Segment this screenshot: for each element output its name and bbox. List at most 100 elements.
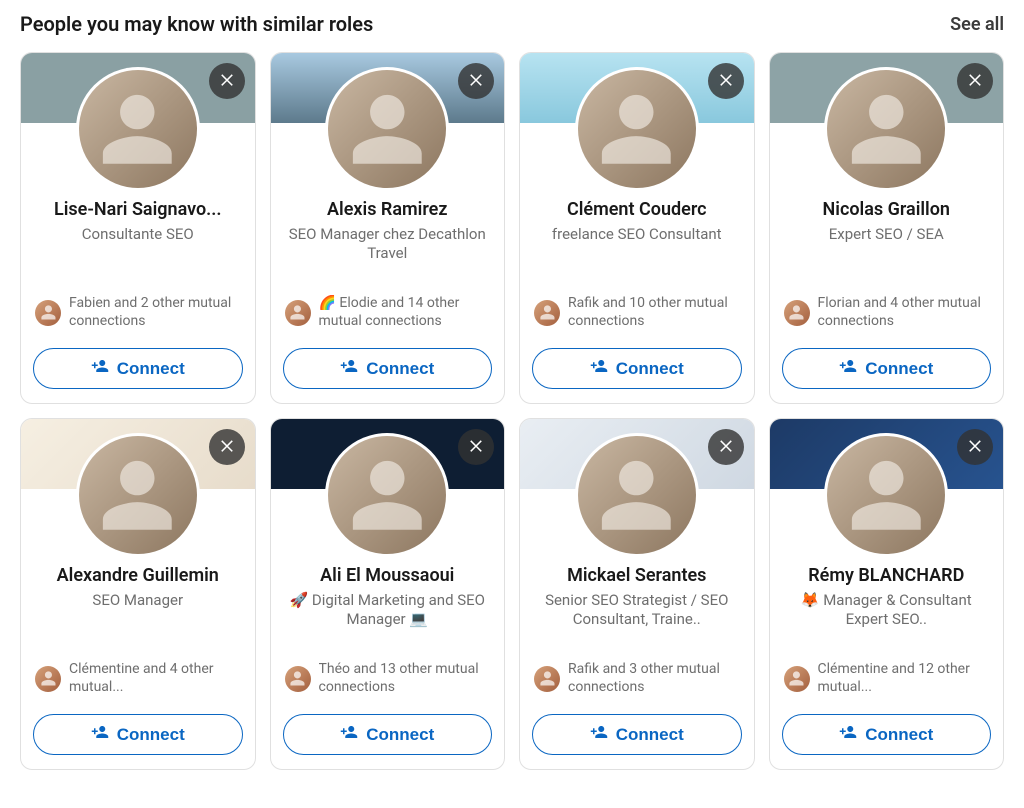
person-name[interactable]: Alexandre Guillemin <box>35 565 241 588</box>
mutual-text: Rafik and 10 other mutual connections <box>568 295 740 330</box>
dismiss-button[interactable] <box>458 429 494 465</box>
mutual-avatar <box>285 300 311 326</box>
person-card[interactable]: Nicolas Graillon Expert SEO / SEA Floria… <box>769 52 1005 404</box>
connect-label: Connect <box>616 725 684 745</box>
connect-label: Connect <box>117 725 185 745</box>
person-card[interactable]: Rémy BLANCHARD 🦊 Manager & Consultant Ex… <box>769 418 1005 770</box>
mutual-connections[interactable]: Fabien and 2 other mutual connections <box>35 291 241 340</box>
mutual-text: 🌈 Elodie and 14 other mutual connections <box>319 295 491 330</box>
dismiss-button[interactable] <box>209 63 245 99</box>
avatar <box>827 70 945 188</box>
dismiss-button[interactable] <box>209 429 245 465</box>
avatar-wrap[interactable] <box>76 67 200 191</box>
connect-icon <box>590 357 608 380</box>
mutual-connections[interactable]: Clémentine and 12 other mutual... <box>784 657 990 706</box>
connect-icon <box>340 723 358 746</box>
avatar-wrap[interactable] <box>325 433 449 557</box>
person-card[interactable]: Lise-Nari Saignavo... Consultante SEO Fa… <box>20 52 256 404</box>
avatar-wrap[interactable] <box>575 433 699 557</box>
connect-button[interactable]: Connect <box>33 348 243 389</box>
avatar-wrap[interactable] <box>824 433 948 557</box>
avatar-wrap[interactable] <box>76 433 200 557</box>
mutual-text: Clémentine and 4 other mutual... <box>69 661 241 696</box>
connect-button[interactable]: Connect <box>283 348 493 389</box>
connect-icon <box>839 357 857 380</box>
avatar-wrap[interactable] <box>575 67 699 191</box>
person-name[interactable]: Lise-Nari Saignavo... <box>35 199 241 222</box>
mutual-avatar <box>35 666 61 692</box>
connect-button[interactable]: Connect <box>283 714 493 755</box>
person-card[interactable]: Clément Couderc freelance SEO Consultant… <box>519 52 755 404</box>
person-title: Senior SEO Strategist / SEO Consultant, … <box>534 591 740 630</box>
person-name[interactable]: Rémy BLANCHARD <box>784 565 990 588</box>
dismiss-button[interactable] <box>957 63 993 99</box>
person-title: 🦊 Manager & Consultant Expert SEO.. <box>784 591 990 630</box>
person-title: SEO Manager chez Decathlon Travel <box>285 225 491 264</box>
person-title: Consultante SEO <box>35 225 241 245</box>
connect-icon <box>590 723 608 746</box>
mutual-text: Rafik and 3 other mutual connections <box>568 661 740 696</box>
dismiss-button[interactable] <box>708 63 744 99</box>
avatar <box>79 70 197 188</box>
close-icon <box>218 70 236 92</box>
person-name[interactable]: Clément Couderc <box>534 199 740 222</box>
connect-button[interactable]: Connect <box>532 714 742 755</box>
mutual-connections[interactable]: Théo and 13 other mutual connections <box>285 657 491 706</box>
mutual-connections[interactable]: Florian and 4 other mutual connections <box>784 291 990 340</box>
close-icon <box>467 70 485 92</box>
connect-label: Connect <box>366 725 434 745</box>
dismiss-button[interactable] <box>708 429 744 465</box>
mutual-avatar <box>784 300 810 326</box>
person-card[interactable]: Alexandre Guillemin SEO Manager Clémenti… <box>20 418 256 770</box>
dismiss-button[interactable] <box>458 63 494 99</box>
close-icon <box>717 436 735 458</box>
mutual-text: Clémentine and 12 other mutual... <box>818 661 990 696</box>
person-title: SEO Manager <box>35 591 241 611</box>
connect-button[interactable]: Connect <box>782 348 992 389</box>
avatar <box>578 70 696 188</box>
section-header: People you may know with similar roles S… <box>20 12 1004 36</box>
person-card[interactable]: Ali El Moussaoui 🚀 Digital Marketing and… <box>270 418 506 770</box>
section-title: People you may know with similar roles <box>20 12 373 36</box>
close-icon <box>966 70 984 92</box>
person-name[interactable]: Nicolas Graillon <box>784 199 990 222</box>
connect-button[interactable]: Connect <box>532 348 742 389</box>
connect-label: Connect <box>865 359 933 379</box>
close-icon <box>218 436 236 458</box>
close-icon <box>966 436 984 458</box>
close-icon <box>467 436 485 458</box>
mutual-connections[interactable]: Clémentine and 4 other mutual... <box>35 657 241 706</box>
person-name[interactable]: Mickael Serantes <box>534 565 740 588</box>
connect-icon <box>839 723 857 746</box>
mutual-avatar <box>784 666 810 692</box>
avatar <box>79 436 197 554</box>
person-title: freelance SEO Consultant <box>534 225 740 245</box>
avatar-wrap[interactable] <box>824 67 948 191</box>
mutual-avatar <box>35 300 61 326</box>
see-all-link[interactable]: See all <box>950 14 1004 35</box>
mutual-avatar <box>534 300 560 326</box>
avatar-wrap[interactable] <box>325 67 449 191</box>
avatar <box>578 436 696 554</box>
connect-label: Connect <box>865 725 933 745</box>
mutual-text: Théo and 13 other mutual connections <box>319 661 491 696</box>
mutual-avatar <box>285 666 311 692</box>
mutual-text: Florian and 4 other mutual connections <box>818 295 990 330</box>
avatar <box>328 70 446 188</box>
person-card[interactable]: Mickael Serantes Senior SEO Strategist /… <box>519 418 755 770</box>
mutual-text: Fabien and 2 other mutual connections <box>69 295 241 330</box>
avatar <box>827 436 945 554</box>
person-name[interactable]: Ali El Moussaoui <box>285 565 491 588</box>
mutual-connections[interactable]: Rafik and 10 other mutual connections <box>534 291 740 340</box>
person-name[interactable]: Alexis Ramirez <box>285 199 491 222</box>
connect-label: Connect <box>616 359 684 379</box>
mutual-connections[interactable]: 🌈 Elodie and 14 other mutual connections <box>285 291 491 340</box>
connect-button[interactable]: Connect <box>782 714 992 755</box>
avatar <box>328 436 446 554</box>
mutual-connections[interactable]: Rafik and 3 other mutual connections <box>534 657 740 706</box>
person-card[interactable]: Alexis Ramirez SEO Manager chez Decathlo… <box>270 52 506 404</box>
dismiss-button[interactable] <box>957 429 993 465</box>
connect-button[interactable]: Connect <box>33 714 243 755</box>
person-title: Expert SEO / SEA <box>784 225 990 245</box>
person-title: 🚀 Digital Marketing and SEO Manager 💻 <box>285 591 491 630</box>
